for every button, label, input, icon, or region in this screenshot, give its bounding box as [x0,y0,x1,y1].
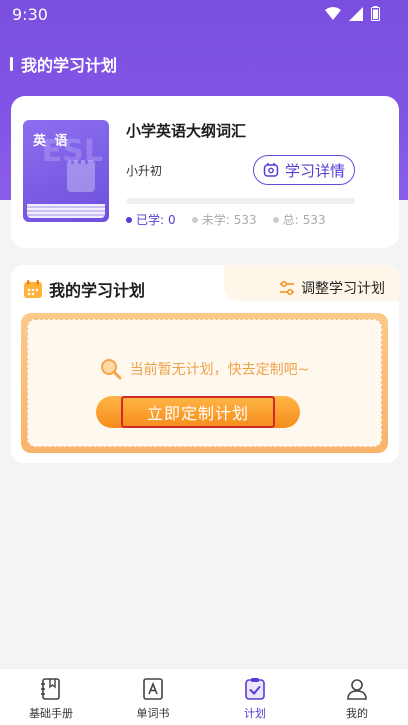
progress-bar [126,198,355,204]
nav-label-wordbook: 单词书 [136,707,170,720]
plan-header: 我的学习计划 调整学习计划 [11,265,399,301]
study-detail-button[interactable]: 学习详情 [253,155,355,185]
signal-icon [349,6,363,21]
title-accent-bar [10,57,13,71]
create-plan-button[interactable]: 立即定制计划 [96,396,300,428]
book-card[interactable]: 英 语 ESL 小学英语大纲词汇 小升初 学习详情 已学: 0 未学: 533 [11,96,399,248]
plan-card: 我的学习计划 调整学习计划 当前暂无计划，快去定制吧~ 立即定制计划 [11,265,399,463]
wifi-icon [325,6,341,20]
book-stats: 已学: 0 未学: 533 总: 533 [126,211,326,228]
page-title: 我的学习计划 [10,52,117,76]
handbook-icon [41,678,60,700]
book-cover: 英 语 ESL [23,120,109,222]
battery-icon [371,6,380,21]
study-detail-label: 学习详情 [284,161,345,180]
adjust-plan-button[interactable]: 调整学习计划 [279,278,385,298]
nav-label-handbook: 基础手册 [29,707,73,720]
adjust-plan-label: 调整学习计划 [301,281,385,297]
adjust-icon [280,281,294,295]
search-icon [100,359,122,380]
stat-total: 总: 533 [272,211,326,228]
profile-icon [347,679,367,700]
bottom-nav: 基础手册 单词书 计划 我的 [0,668,408,725]
empty-plan-inner: 当前暂无计划，快去定制吧~ 立即定制计划 [27,319,382,447]
status-bar: 9:30 [0,0,408,30]
wordbook-icon [143,678,163,700]
page-title-text: 我的学习计划 [21,56,118,75]
nav-item-profile[interactable]: 我的 [306,669,408,725]
stat-learned-value: 0 [168,212,176,227]
nav-item-handbook[interactable]: 基础手册 [0,669,102,725]
stat-unlearned-value: 533 [233,212,257,227]
plan-title-text: 我的学习计划 [49,281,146,300]
stat-total-value: 533 [302,212,326,227]
empty-plan-box: 当前暂无计划，快去定制吧~ 立即定制计划 [21,313,388,453]
status-icons [325,6,380,21]
stat-unlearned: 未学: 533 [191,211,257,228]
empty-plan-message: 当前暂无计划，快去定制吧~ [28,358,381,380]
total-dot [272,216,279,223]
nav-label-profile: 我的 [346,707,368,720]
stat-unlearned-label: 未学: [201,213,230,227]
plan-title: 我的学习计划 [23,277,145,301]
stat-learned: 已学: 0 [126,211,176,228]
stat-total-label: 总: [282,213,299,227]
unlearned-dot [191,216,198,223]
book-subtitle: 小升初 [126,164,163,178]
calendar-icon [24,280,42,298]
create-plan-label: 立即定制计划 [120,396,275,428]
book-title: 小学英语大纲词汇 [126,122,247,140]
stat-learned-label: 已学: [136,213,165,227]
notebook-icon [67,156,95,192]
status-time: 9:30 [12,5,48,24]
plan-icon [245,678,265,700]
nav-item-wordbook[interactable]: 单词书 [102,669,204,725]
nav-label-plan: 计划 [244,707,266,720]
nav-item-plan[interactable]: 计划 [204,669,306,725]
book-pages [27,204,105,218]
empty-plan-text: 当前暂无计划，快去定制吧~ [129,362,310,378]
detail-icon [263,162,279,177]
learned-dot [126,216,132,223]
